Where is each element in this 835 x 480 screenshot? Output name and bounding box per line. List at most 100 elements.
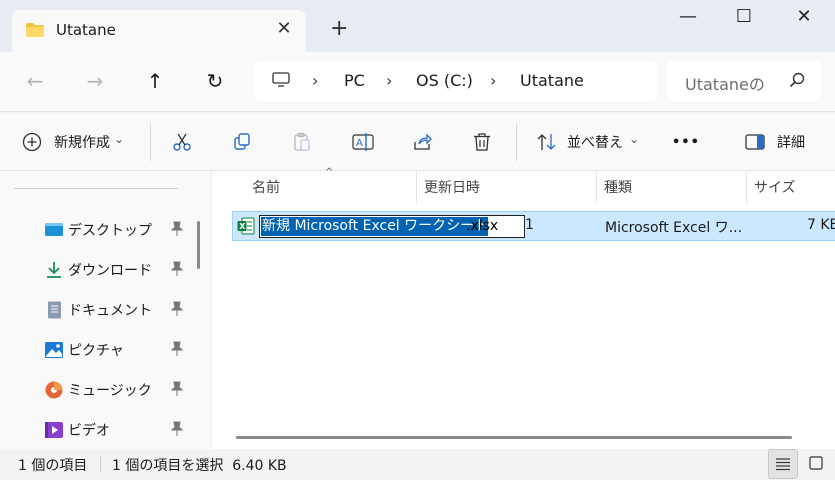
- music-icon: [45, 381, 63, 399]
- address-row: ← → ↑ ↻ › PC › OS (C:) › Utatane Utatane…: [0, 52, 835, 112]
- sidebar-item-documents[interactable]: ドキュメント: [44, 295, 194, 325]
- minimize-button[interactable]: —: [668, 6, 708, 32]
- cut-button[interactable]: [172, 125, 192, 159]
- tab-title: Utatane: [56, 21, 116, 39]
- breadcrumb-chevron: ›: [386, 71, 393, 90]
- sidebar-divider: [14, 188, 178, 189]
- back-button[interactable]: ←: [20, 67, 50, 97]
- rename-input[interactable]: 新規 Microsoft Excel ワークシート .xlsx: [259, 215, 525, 238]
- sidebar-item-pictures[interactable]: ピクチャ: [44, 335, 194, 365]
- title-bar: Utatane ✕ + — ☐ ✕: [0, 0, 835, 52]
- video-icon: [45, 422, 63, 438]
- computer-icon: [272, 72, 290, 87]
- sidebar-item-music[interactable]: ミュージック: [44, 375, 194, 405]
- desktop-icon: [45, 223, 63, 236]
- delete-button[interactable]: [472, 125, 492, 159]
- chevron-down-icon: ⌄: [114, 132, 125, 146]
- maximize-button[interactable]: ☐: [724, 6, 764, 32]
- pin-icon[interactable]: [170, 301, 184, 317]
- table-row[interactable]: X 新規 Microsoft Excel ワークシート .xlsx 1 Micr…: [232, 211, 835, 241]
- share-icon: [414, 133, 432, 150]
- sidebar-item-label: ミュージック: [68, 383, 152, 399]
- file-modified: 1: [525, 217, 534, 233]
- tab-close-icon[interactable]: ✕: [274, 18, 294, 39]
- search-icon[interactable]: [789, 72, 805, 88]
- file-size: 7 KB: [807, 217, 835, 233]
- sort-arrows-icon: [537, 134, 556, 150]
- tab-utatane[interactable]: Utatane ✕: [12, 10, 306, 52]
- sidebar-item-videos[interactable]: ビデオ: [44, 415, 194, 445]
- new-button[interactable]: 新規作成 ⌄: [22, 125, 124, 159]
- svg-text:X: X: [239, 222, 246, 231]
- new-tab-button[interactable]: +: [330, 18, 348, 40]
- excel-file-icon: X: [237, 217, 255, 235]
- tiles-view-icon: [809, 456, 823, 470]
- column-header-name[interactable]: 名前: [252, 177, 280, 197]
- sidebar-item-desktop[interactable]: デスクトップ: [44, 215, 194, 245]
- close-window-button[interactable]: ✕: [784, 6, 824, 32]
- breadcrumb-os-c[interactable]: OS (C:): [416, 71, 473, 90]
- column-divider[interactable]: [596, 171, 597, 203]
- column-header-modified[interactable]: 更新日時: [424, 177, 480, 197]
- details-pane-icon: [745, 134, 765, 150]
- paste-icon: [294, 132, 310, 151]
- address-bar[interactable]: › PC › OS (C:) › Utatane: [254, 61, 657, 101]
- breadcrumb-chevron: ›: [312, 71, 319, 90]
- pin-icon[interactable]: [170, 381, 184, 397]
- column-divider[interactable]: [416, 171, 417, 203]
- rename-icon: A: [352, 133, 374, 151]
- pin-icon[interactable]: [170, 421, 184, 437]
- breadcrumb-utatane[interactable]: Utatane: [520, 71, 584, 90]
- refresh-button[interactable]: ↻: [200, 67, 230, 97]
- breadcrumb-chevron: ›: [490, 71, 497, 90]
- command-bar: 新規作成 ⌄ A 並べ替え ⌄ ••• 詳細: [0, 113, 835, 171]
- download-icon: [47, 262, 61, 278]
- breadcrumb-pc[interactable]: PC: [344, 71, 365, 90]
- column-divider[interactable]: [746, 171, 747, 203]
- list-view-icon: [776, 458, 790, 471]
- details-label: 詳細: [777, 135, 805, 151]
- toolbar-divider: [150, 123, 151, 161]
- document-icon: [48, 301, 61, 319]
- sort-button[interactable]: 並べ替え ⌄: [536, 125, 639, 159]
- sidebar-item-label: デスクトップ: [68, 223, 152, 239]
- status-item-count: 1 個の項目: [18, 458, 88, 474]
- file-list[interactable]: ^ 名前 更新日時 種類 サイズ X 新規 Microsoft Excel ワー…: [212, 167, 835, 449]
- horizontal-scrollbar[interactable]: [236, 436, 792, 439]
- sidebar-scrollbar[interactable]: [197, 221, 200, 269]
- new-button-label: 新規作成: [54, 135, 110, 151]
- search-input[interactable]: Utataneの: [667, 61, 821, 101]
- trash-icon: [474, 133, 490, 151]
- file-type: Microsoft Excel ワ...: [605, 220, 743, 236]
- copy-button[interactable]: [232, 125, 252, 159]
- navigation-pane[interactable]: デスクトップ ダウンロード ドキュメント ピクチャ ミュージック ビデオ: [0, 171, 210, 449]
- more-options-button[interactable]: •••: [672, 125, 700, 159]
- chevron-down-icon: ⌄: [629, 132, 640, 146]
- sidebar-item-downloads[interactable]: ダウンロード: [44, 255, 194, 285]
- tiles-view-button[interactable]: [802, 449, 832, 479]
- status-divider: [100, 456, 101, 472]
- sidebar-item-label: ピクチャ: [68, 343, 124, 359]
- forward-button[interactable]: →: [80, 67, 110, 97]
- paste-button[interactable]: [292, 125, 312, 159]
- share-button[interactable]: [412, 125, 432, 159]
- sidebar-item-label: ドキュメント: [68, 303, 152, 319]
- rename-extension-text: .xlsx: [466, 218, 499, 234]
- pictures-icon: [45, 342, 63, 358]
- column-header-size[interactable]: サイズ: [754, 177, 796, 197]
- folder-icon: [26, 23, 44, 37]
- status-selection: 1 個の項目を選択 6.40 KB: [112, 458, 287, 474]
- scissors-icon: [173, 133, 191, 151]
- pin-icon[interactable]: [170, 221, 184, 237]
- details-view-button[interactable]: [768, 449, 798, 479]
- plus-circle-icon: [22, 132, 42, 152]
- toolbar-divider: [516, 123, 517, 161]
- up-button[interactable]: ↑: [140, 67, 170, 97]
- details-pane-button[interactable]: 詳細: [745, 125, 805, 159]
- column-header-type[interactable]: 種類: [604, 177, 632, 197]
- pin-icon[interactable]: [170, 261, 184, 277]
- rename-button[interactable]: A: [352, 125, 374, 159]
- pin-icon[interactable]: [170, 341, 184, 357]
- svg-text:A: A: [356, 138, 363, 149]
- sidebar-item-label: ビデオ: [68, 423, 110, 439]
